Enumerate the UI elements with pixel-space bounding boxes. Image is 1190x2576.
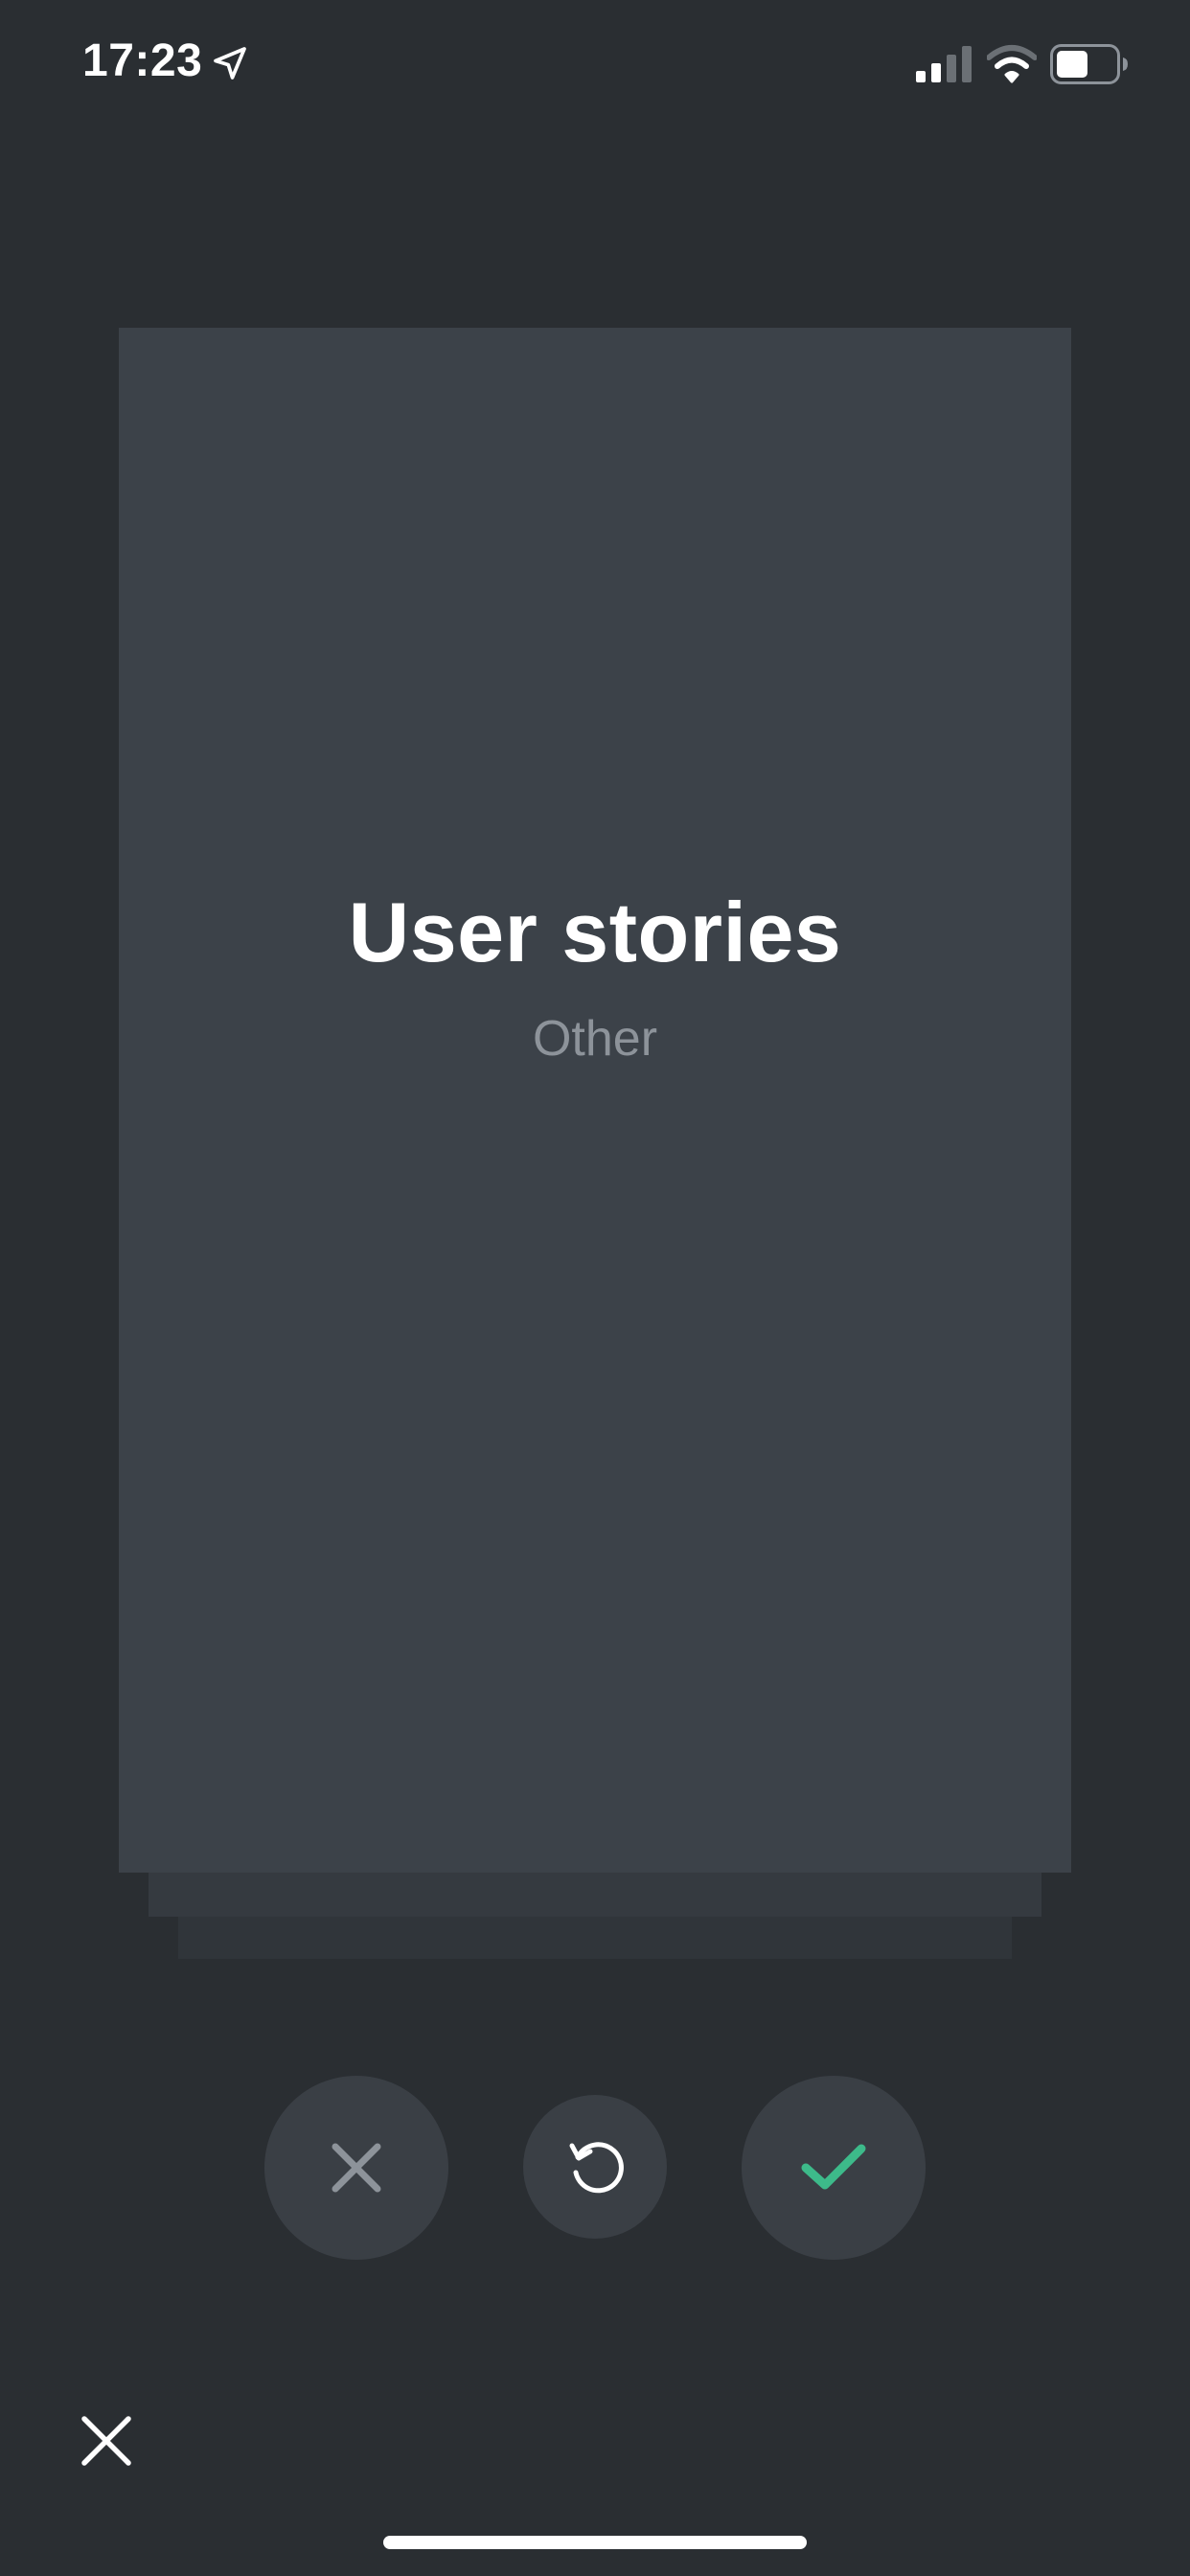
status-time: 17:23 [82,35,203,86]
cellular-signal-icon [916,46,972,82]
card-title: User stories [348,885,842,979]
reject-button[interactable] [264,2076,448,2260]
undo-button[interactable] [523,2095,667,2239]
card-subtitle: Other [532,1011,658,1067]
accept-button[interactable] [742,2076,926,2260]
close-button[interactable] [73,2407,140,2474]
battery-icon [1050,44,1128,84]
close-icon [81,2416,131,2466]
x-icon [332,2143,381,2193]
story-card[interactable]: User stories Other [119,328,1071,1873]
undo-icon [569,2142,624,2194]
home-indicator[interactable] [383,2536,807,2549]
status-bar: 17:23 [0,0,1190,134]
check-icon [801,2144,866,2190]
wifi-icon [987,45,1037,83]
card-stack-back-layer-1 [149,1871,1041,1917]
location-arrow-icon [214,47,246,80]
